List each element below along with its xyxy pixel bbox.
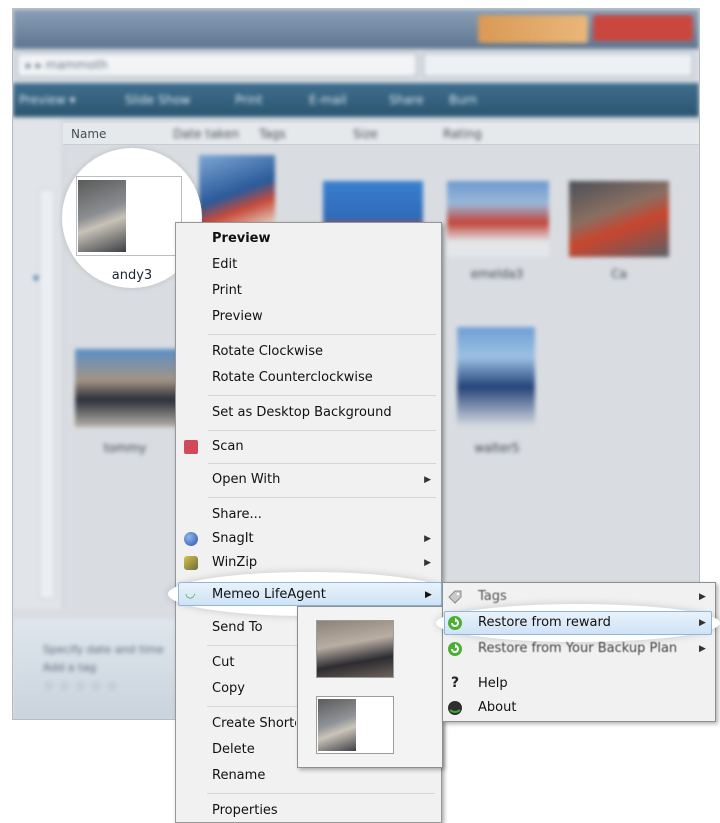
toolbar-print[interactable]: Print [235,93,263,107]
toolbar-burn[interactable]: Burn [449,93,477,107]
thumbnail-label: tommy [103,441,147,455]
winzip-icon [184,556,198,570]
submenu-item-restore-backup-plan[interactable]: Restore from Your Backup Plan [478,641,677,656]
menu-separator [208,463,436,464]
navigation-pane: ▾ [13,119,63,609]
submenu-arrow-icon: ▶ [699,592,706,602]
menu-item-preview-default[interactable]: Preview [212,231,271,246]
menu-item-scan[interactable]: Scan [212,439,244,454]
rating-stars[interactable]: ☆ ☆ ☆ ☆ ☆ [43,679,118,694]
menu-item-print[interactable]: Print [212,283,242,298]
thumbnail[interactable] [447,181,549,257]
submenu-arrow-icon: ▶ [699,644,706,654]
menu-separator [208,334,436,335]
thumbnail-label: Ca [611,267,627,281]
menu-item-edit[interactable]: Edit [212,257,237,272]
title-accent [478,15,588,43]
menu-item-delete[interactable]: Delete [212,742,255,757]
toolbar: Preview ▾ Slide Show Print E-mail Share … [13,83,699,117]
submenu-item-tags[interactable]: Tags [478,589,507,604]
thumbnail[interactable] [569,181,669,257]
menu-item-set-desktop-background[interactable]: Set as Desktop Background [212,405,392,420]
detail-tag[interactable]: Add a tag [43,661,96,674]
toolbar-email[interactable]: E-mail [309,93,347,107]
toolbar-slideshow[interactable]: Slide Show [125,93,190,107]
menu-separator [207,793,435,794]
scan-icon [184,440,198,454]
menu-item-create-shortcut[interactable]: Create Shortcut [212,716,296,731]
menu-item-memeo-lifeagent[interactable]: Memeo LifeAgent [212,587,326,602]
menu-item-rotate-clockwise[interactable]: Rotate Clockwise [212,344,323,359]
memeo-icon: ◡ [185,586,196,600]
submenu-arrow-icon: ▶ [424,475,431,485]
column-date-taken[interactable]: Date taken [173,127,239,141]
menu-item-preview[interactable]: Preview [212,309,263,324]
menu-item-share[interactable]: Share... [212,507,262,522]
toolbar-preview[interactable]: Preview ▾ [19,93,76,107]
menu-item-copy[interactable]: Copy [212,681,245,696]
about-icon [447,700,463,716]
address-bar[interactable]: ▸ ▸ mammoth [17,53,417,77]
column-rating[interactable]: Rating [443,127,482,141]
column-name[interactable]: Name [71,127,106,141]
menu-item-rename[interactable]: Rename [212,768,265,783]
menu-separator [208,497,436,498]
menu-item-winzip[interactable]: WinZip [212,555,257,570]
thumbnail[interactable] [75,349,179,427]
thumbnail-label: emelda3 [470,267,524,281]
submenu-item-help[interactable]: Help [478,676,508,691]
menu-separator [207,706,297,707]
help-icon: ? [450,675,460,691]
submenu-item-about[interactable]: About [478,700,516,715]
submenu-arrow-icon: ▶ [424,534,431,544]
menu-item-send-to[interactable]: Send To [212,620,263,635]
restore-icon [447,615,463,631]
submenu-item-restore-from-reward[interactable]: Restore from reward [478,615,611,630]
menu-item-open-with[interactable]: Open With [212,472,280,487]
thumbnail-label: walter5 [474,441,520,455]
menu-item-properties[interactable]: Properties [212,803,278,818]
submenu-arrow-icon: ▶ [425,590,432,600]
menu-item-snagit[interactable]: SnagIt [212,531,254,546]
menu-separator [208,395,436,396]
restore-icon [447,641,463,657]
column-size[interactable]: Size [353,127,378,141]
thumbnail[interactable] [457,327,535,427]
submenu-arrow-icon: ▶ [424,558,431,568]
menu-separator [208,430,436,431]
selected-file-thumbnail[interactable] [78,180,126,252]
detail-date[interactable]: Specify date and time [43,643,164,656]
popup-thumbnail[interactable] [316,620,394,678]
menu-item-cut[interactable]: Cut [212,655,234,670]
submenu-arrow-icon: ▶ [699,618,706,628]
tag-icon [447,589,463,605]
popup-thumbnail[interactable] [318,699,356,751]
column-tags[interactable]: Tags [259,127,286,141]
snagit-icon [184,532,198,546]
column-header: Name Date taken Tags Size Rating [63,123,699,145]
scrollbar[interactable] [39,189,55,599]
menu-separator [207,645,297,646]
search-input[interactable] [423,53,693,77]
close-button[interactable] [593,15,693,41]
menu-item-rotate-counterclockwise[interactable]: Rotate Counterclockwise [212,370,373,385]
toolbar-share[interactable]: Share [389,93,424,107]
